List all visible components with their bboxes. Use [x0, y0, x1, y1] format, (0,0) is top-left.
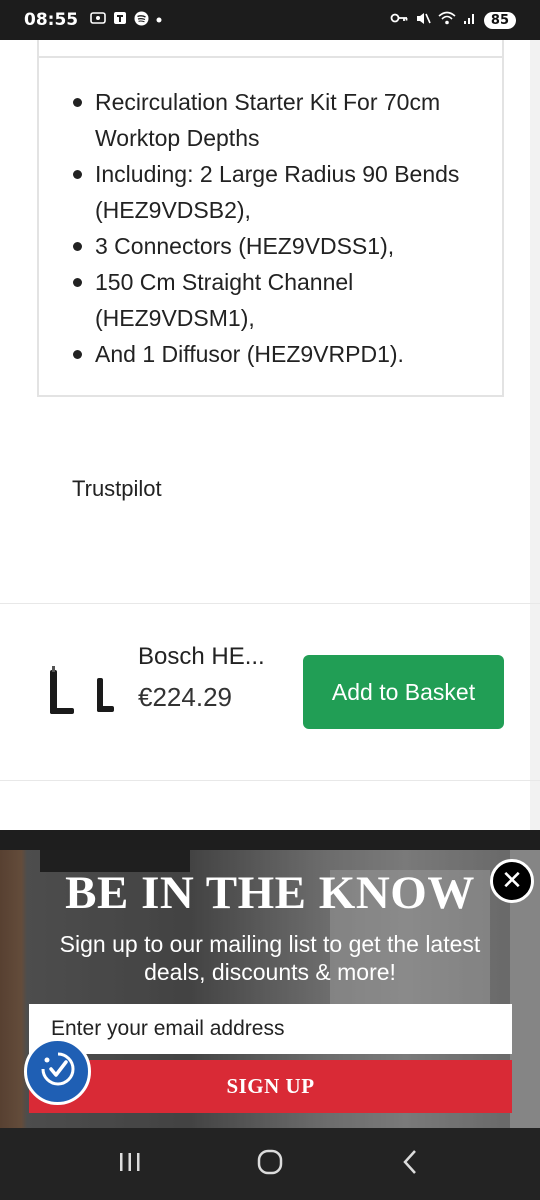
- divider: [0, 780, 540, 781]
- status-bar: 08:55 85: [0, 0, 540, 40]
- close-popup-button[interactable]: ✕: [490, 859, 534, 903]
- system-navigation-bar: [0, 1128, 540, 1200]
- spotify-icon: [134, 11, 149, 30]
- home-icon: [256, 1148, 284, 1181]
- close-icon: ✕: [501, 866, 523, 896]
- notification-icons: [90, 11, 163, 30]
- popup-heading: BE IN THE KNOW: [65, 867, 475, 919]
- teams-icon: [112, 11, 128, 29]
- wifi-icon: [438, 11, 456, 29]
- home-button[interactable]: [240, 1139, 300, 1189]
- add-to-basket-button[interactable]: Add to Basket: [303, 655, 504, 729]
- product-name: Bosch HE...: [138, 643, 265, 670]
- recent-apps-icon: [117, 1150, 143, 1179]
- feature-list: Recirculation Starter Kit For 70cm Workt…: [69, 84, 489, 372]
- recent-apps-button[interactable]: [100, 1139, 160, 1189]
- vpn-key-icon: [390, 12, 408, 28]
- battery-indicator: 85: [483, 11, 516, 29]
- list-item: Recirculation Starter Kit For 70cm Workt…: [69, 84, 489, 156]
- page-scrollbar-track[interactable]: [530, 40, 540, 830]
- dot-icon: [155, 13, 163, 28]
- status-time: 08:55: [24, 10, 79, 30]
- list-item: Including: 2 Large Radius 90 Bends (HEZ9…: [69, 156, 489, 228]
- status-right: 85: [390, 11, 516, 30]
- sign-up-button[interactable]: SIGN UP: [29, 1060, 512, 1113]
- accessibility-button[interactable]: [24, 1038, 91, 1105]
- signal-icon: [463, 11, 477, 29]
- popup-subtitle: Sign up to our mailing list to get the l…: [59, 931, 481, 985]
- divider: [0, 603, 540, 604]
- product-price: €224.29: [138, 682, 232, 712]
- description-divider: [39, 56, 502, 58]
- email-field[interactable]: [29, 1004, 512, 1054]
- list-item: And 1 Diffusor (HEZ9VRPD1).: [69, 336, 489, 372]
- back-icon: [400, 1148, 420, 1181]
- trustpilot-widget[interactable]: Trustpilot: [72, 476, 162, 502]
- accessibility-icon: [38, 1049, 78, 1094]
- list-item: 3 Connectors (HEZ9VDSS1),: [69, 228, 489, 264]
- product-thumbnail: [42, 664, 120, 724]
- product-description-box: Recirculation Starter Kit For 70cm Workt…: [37, 40, 504, 397]
- list-item: 150 Cm Straight Channel (HEZ9VDSM1),: [69, 264, 489, 336]
- screen-record-icon: [90, 11, 106, 29]
- mute-icon: [415, 11, 431, 30]
- back-button[interactable]: [380, 1139, 440, 1189]
